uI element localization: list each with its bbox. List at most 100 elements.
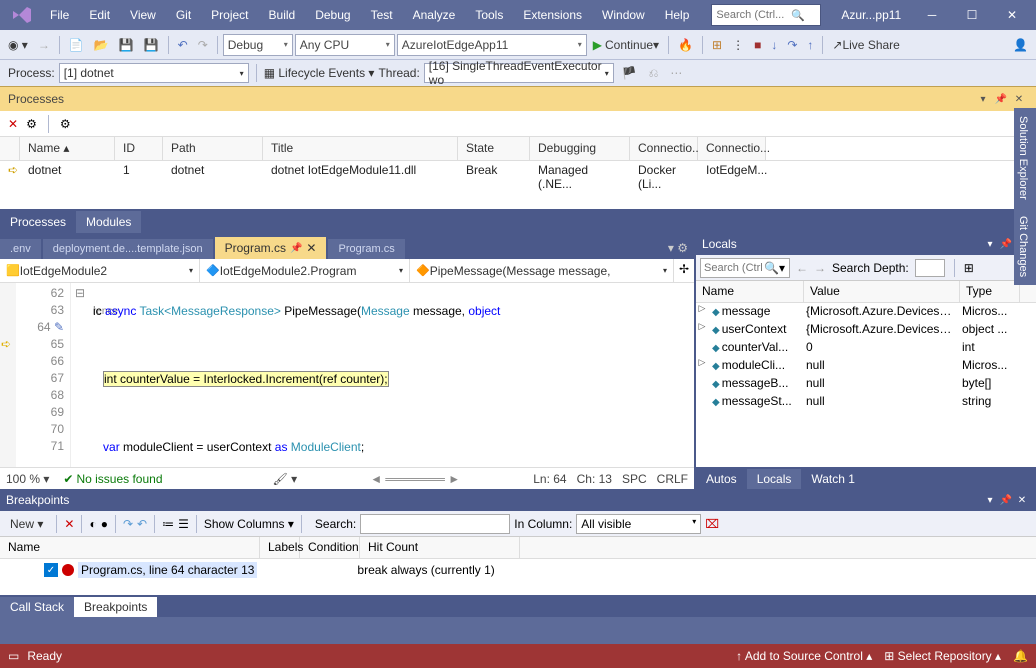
locals-row[interactable]: ▷◆userContext{Microsoft.Azure.Devices.Cl… — [696, 321, 1036, 339]
tab-callstack[interactable]: Call Stack — [0, 597, 74, 617]
undo-icon[interactable]: ↶ — [174, 34, 192, 56]
menu-analyze[interactable]: Analyze — [403, 4, 466, 26]
menu-view[interactable]: View — [120, 4, 166, 26]
bp-close-icon[interactable]: ✕ — [1014, 495, 1030, 506]
config-combo[interactable]: Debug▾ — [223, 34, 293, 56]
search-input[interactable] — [716, 9, 791, 21]
stop-icon[interactable]: ■ — [750, 34, 765, 56]
bp-pin-icon[interactable]: 📌 — [998, 495, 1014, 506]
locals-menu-icon[interactable]: ▾ — [982, 239, 998, 250]
locals-search[interactable]: 🔍▾ — [700, 258, 790, 278]
tab-modules[interactable]: Modules — [76, 211, 141, 233]
panel-pin-icon[interactable]: 📌 — [992, 94, 1010, 105]
locals-row[interactable]: ▷◆message{Microsoft.Azure.Devices.Cl...M… — [696, 303, 1036, 321]
pin-icon[interactable]: 📌 — [290, 243, 302, 254]
attach-icon[interactable]: ⚙ — [60, 117, 71, 131]
locals-row[interactable]: ◆counterVal...0int — [696, 339, 1036, 357]
nav-method[interactable]: 🔶 PipeMessage(Message message,▾ — [410, 259, 674, 282]
target-combo[interactable]: AzureIotEdgeApp11▾ — [397, 34, 587, 56]
locals-row[interactable]: ◆messageSt...nullstring — [696, 393, 1036, 411]
tab-deployment[interactable]: deployment.de....template.json — [43, 239, 213, 259]
tab-program-2[interactable]: Program.cs — [328, 239, 404, 259]
close-button[interactable]: ✕ — [992, 1, 1032, 29]
menu-git[interactable]: Git — [166, 4, 201, 26]
delete-icon[interactable]: ✕ — [8, 117, 18, 131]
panel-close-icon[interactable]: ✕ — [1010, 94, 1028, 105]
panel-menu-icon[interactable]: ▾ — [974, 94, 992, 105]
tab-env[interactable]: .env — [0, 239, 41, 259]
locals-row[interactable]: ◆messageB...nullbyte[] — [696, 375, 1036, 393]
redo-icon[interactable]: ↷ — [194, 34, 212, 56]
rail-git-changes[interactable]: Git Changes — [1014, 208, 1032, 285]
bp-incol-combo[interactable]: All visible▾ — [576, 514, 701, 534]
menu-edit[interactable]: Edit — [79, 4, 120, 26]
source-control-button[interactable]: ↑ Add to Source Control ▴ — [736, 649, 872, 663]
tab-autos[interactable]: Autos — [696, 469, 747, 489]
spc-status[interactable]: SPC — [622, 472, 647, 486]
nav-fwd-icon[interactable]: → — [34, 34, 54, 56]
live-share-button[interactable]: ↗ Live Share — [828, 34, 903, 56]
maximize-button[interactable]: ☐ — [952, 1, 992, 29]
menu-window[interactable]: Window — [592, 4, 655, 26]
options-icon[interactable]: ⊞ — [964, 261, 974, 275]
menu-tools[interactable]: Tools — [465, 4, 513, 26]
step-icon[interactable]: ⋮ — [728, 34, 748, 56]
continue-button[interactable]: ▶Continue ▾ — [589, 34, 663, 56]
feedback-icon[interactable]: 👤 — [1009, 34, 1032, 56]
menu-file[interactable]: File — [40, 4, 79, 26]
step-over-icon[interactable]: ↷ — [783, 34, 801, 56]
nav-project[interactable]: 🟨 IotEdgeModule2▾ — [0, 259, 200, 282]
issues-status[interactable]: ✔ No issues found — [63, 472, 162, 486]
bp-import-icon[interactable]: ↶ — [137, 517, 147, 531]
gear-icon[interactable]: ⚙ — [26, 117, 37, 131]
nav-next-icon[interactable]: → — [814, 261, 826, 275]
frame-icon[interactable]: ⋯ — [666, 62, 686, 84]
menu-build[interactable]: Build — [259, 4, 306, 26]
depth-combo[interactable] — [915, 259, 945, 277]
tab-close-icon[interactable]: ✕ — [306, 241, 316, 255]
bp-clear-icon[interactable]: ⌧ — [705, 517, 719, 531]
step-out-icon[interactable]: ↑ — [803, 34, 817, 56]
breakpoint-glyph-icon[interactable]: ✎ — [54, 320, 64, 334]
bp-filter-icon[interactable]: ≔ — [162, 517, 174, 531]
save-all-icon[interactable]: 💾 — [140, 34, 163, 56]
thread-combo[interactable]: [16] SingleThreadEventExecutor wo▾ — [424, 63, 614, 83]
tab-processes[interactable]: Processes — [0, 211, 76, 233]
bp-enable-all-icon[interactable]: ● — [101, 517, 108, 531]
locals-pin-icon[interactable]: 📌 — [998, 239, 1014, 250]
rail-solution-explorer[interactable]: Solution Explorer — [1014, 108, 1032, 208]
zoom-level[interactable]: 100 % ▾ — [6, 472, 49, 486]
step-into-icon[interactable]: ↓ — [767, 34, 781, 56]
menu-extensions[interactable]: Extensions — [513, 4, 592, 26]
new-project-icon[interactable]: 📄 — [65, 34, 88, 56]
process-row[interactable]: ➪ dotnet 1 dotnet dotnet IotEdgeModule11… — [0, 161, 1036, 183]
output-icon[interactable]: ▭ — [8, 649, 19, 663]
brush-icon[interactable]: 🖌 ▾ — [273, 472, 298, 486]
menu-project[interactable]: Project — [201, 4, 258, 26]
nav-prev-icon[interactable]: ← — [796, 261, 808, 275]
bp-export-icon[interactable]: ↷ — [123, 517, 133, 531]
nav-back-icon[interactable]: ◉ ▾ — [4, 34, 32, 56]
open-icon[interactable]: 📂 — [90, 34, 113, 56]
bp-new-button[interactable]: New ▾ — [4, 515, 49, 533]
bp-search-input[interactable] — [360, 514, 510, 534]
bp-disable-all-icon[interactable]: ◐ — [89, 517, 96, 531]
notifications-icon[interactable]: 🔔 — [1013, 649, 1028, 663]
breakpoint-row[interactable]: ✓ Program.cs, line 64 character 13 break… — [0, 559, 1036, 581]
bp-goto-icon[interactable]: ☰ — [178, 517, 189, 531]
nav-class[interactable]: 🔷 IotEdgeModule2.Program▾ — [200, 259, 410, 282]
menu-debug[interactable]: Debug — [305, 4, 360, 26]
process-combo[interactable]: [1] dotnet▾ — [59, 63, 249, 83]
lifecycle-events[interactable]: ▦ Lifecycle Events ▾ — [264, 66, 375, 80]
bp-delete-icon[interactable]: ✕ — [64, 517, 74, 531]
locals-row[interactable]: ▷◆moduleCli...nullMicros... — [696, 357, 1036, 375]
tab-breakpoints[interactable]: Breakpoints — [74, 597, 157, 617]
bp-checkbox[interactable]: ✓ — [44, 563, 58, 577]
minimize-button[interactable]: ─ — [912, 1, 952, 29]
platform-combo[interactable]: Any CPU▾ — [295, 34, 395, 56]
tab-watch1[interactable]: Watch 1 — [801, 469, 865, 489]
search-box[interactable]: 🔍 — [711, 4, 821, 26]
flag-icon[interactable]: 🏴 — [618, 62, 641, 84]
bp-menu-icon[interactable]: ▾ — [982, 495, 998, 506]
save-icon[interactable]: 💾 — [115, 34, 138, 56]
